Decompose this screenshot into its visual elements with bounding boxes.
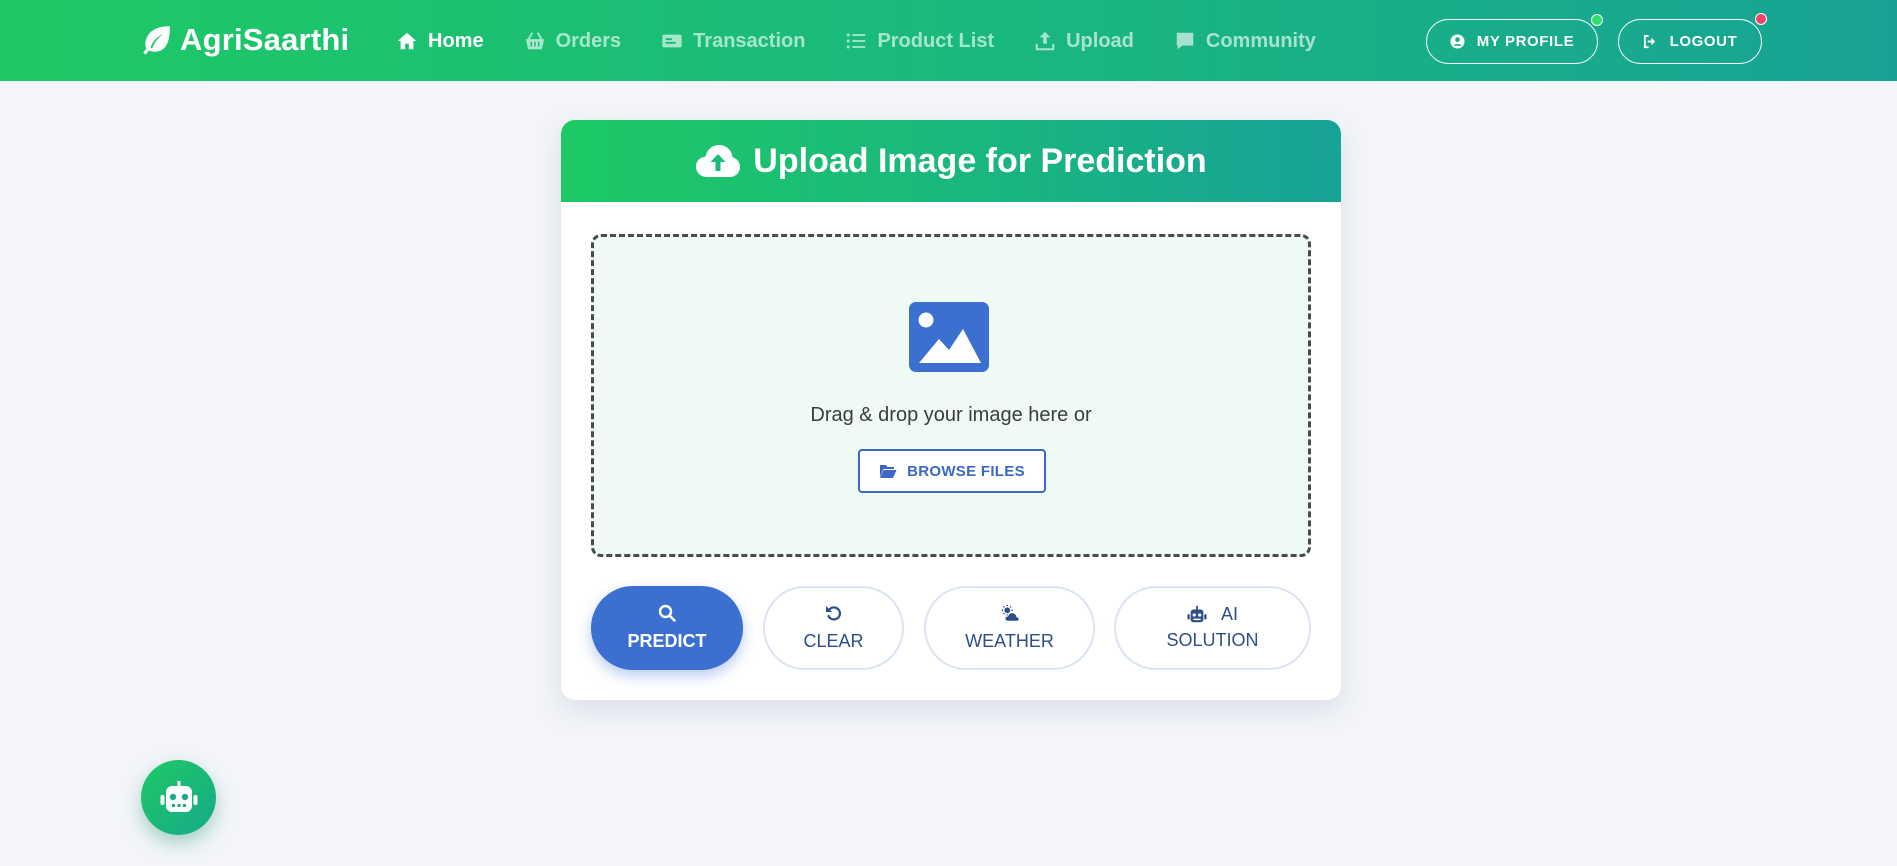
card-title: Upload Image for Prediction [753,141,1207,180]
cloud-sun-icon [1001,605,1020,622]
predict-button[interactable]: PREDICT [591,586,743,670]
ai-solution-label-line1: AI [1220,604,1238,625]
nav-item-upload[interactable]: Upload [1034,30,1134,53]
browse-files-button[interactable]: BROWSE FILES [858,449,1046,493]
ai-solution-top: AI [1187,604,1238,626]
nav-item-product-list[interactable]: Product List [845,30,994,53]
home-icon [397,32,417,50]
nav-item-label: Home [428,29,484,52]
cloud-upload-icon [696,145,741,177]
my-profile-label: MY PROFILE [1476,33,1575,50]
upload-card: Upload Image for Prediction Drag & drop … [561,120,1341,700]
nav-item-orders[interactable]: Orders [524,29,622,53]
clear-label: CLEAR [803,631,864,652]
nav-item-transaction[interactable]: Transaction [661,30,805,53]
clear-button[interactable]: CLEAR [763,586,904,670]
image-icon [909,302,989,372]
undo-icon [825,606,841,621]
my-profile-button[interactable]: MY PROFILE [1426,19,1598,64]
image-dropzone[interactable]: Drag & drop your image here or BROWSE FI… [591,234,1311,557]
ai-solution-button[interactable]: AI SOLUTION [1114,586,1311,670]
weather-button[interactable]: WEATHER [924,586,1095,670]
brand-name: AgriSaarthi [180,22,350,57]
dropzone-text: Drag & drop your image here or [810,404,1092,426]
card-header: Upload Image for Prediction [561,120,1341,202]
nav-item-label: Community [1205,29,1316,52]
nav-item-label: Product List [877,29,995,52]
notification-dot [1755,13,1767,25]
search-icon [658,605,676,623]
main-nav: Home Orders Transaction Product List Upl… [396,26,1356,56]
leaf-icon [143,26,170,55]
online-status-dot [1591,14,1603,26]
nav-item-label: Orders [555,29,622,52]
logout-label: LOGOUT [1669,33,1738,50]
robot-icon [1187,606,1207,623]
action-buttons: PREDICT CLEAR WEATHER AI SOLUTION [561,586,1341,670]
basket-icon [525,32,544,50]
sign-out-icon [1643,34,1655,49]
ai-solution-label-line2: SOLUTION [1166,630,1259,650]
predict-label: PREDICT [627,631,707,652]
chatbot-button[interactable] [141,760,216,835]
brand-logo[interactable]: AgriSaarthi [140,20,349,60]
list-icon [847,33,866,49]
logout-button[interactable]: LOGOUT [1618,19,1762,64]
nav-item-label: Transaction [693,29,806,52]
nav-item-label: Upload [1066,29,1134,52]
navbar: AgriSaarthi Home Orders Transaction Prod… [0,0,1897,81]
nav-item-community[interactable]: Community [1174,30,1316,53]
robot-icon [160,780,197,812]
comment-icon [1176,32,1194,50]
browse-files-label: BROWSE FILES [907,462,1025,480]
ai-solution-content: AI SOLUTION [1166,604,1258,651]
money-bill-icon [662,34,682,48]
user-circle-icon [1450,34,1465,49]
weather-label: WEATHER [965,631,1054,652]
nav-item-home[interactable]: Home [396,30,484,53]
folder-open-icon [880,465,897,478]
upload-icon [1035,31,1055,51]
